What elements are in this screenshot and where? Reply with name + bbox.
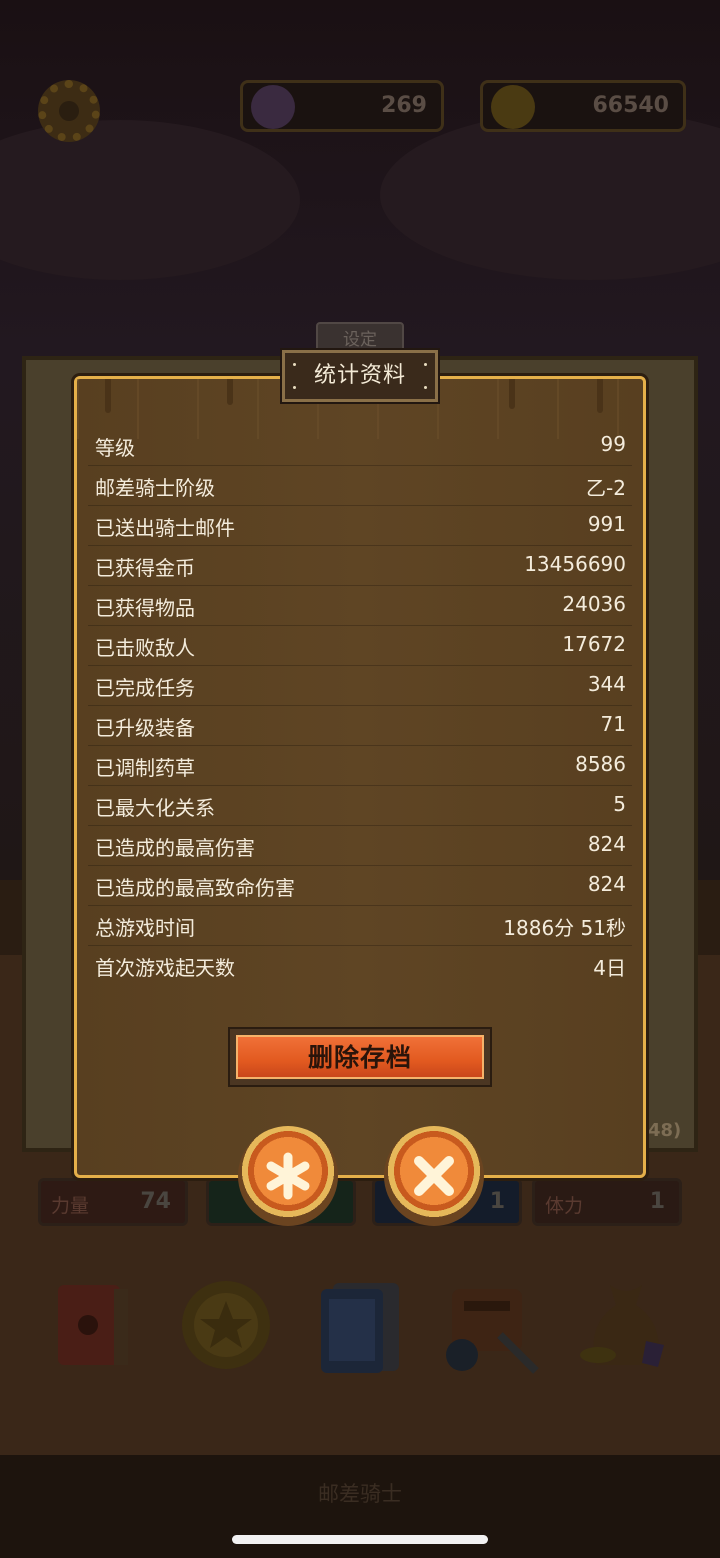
stat-row-total-play-time: 总游戏时间 1886分 51秒: [84, 906, 636, 946]
stat-row-max-critical-damage: 已造成的最高致命伤害 824: [84, 866, 636, 906]
stat-row-herbs-brewed: 已调制药草 8586: [84, 746, 636, 786]
stat-row-items-obtained: 已获得物品 24036: [84, 586, 636, 626]
asterisk-icon: [266, 1152, 310, 1200]
card-deck-icon[interactable]: [315, 1275, 405, 1375]
stat-row-equipment-upgraded: 已升级装备 71: [84, 706, 636, 746]
stat-row-enemies-defeated: 已击败敌人 17672: [84, 626, 636, 666]
attribute-value: 1: [489, 1189, 505, 1214]
stat-label: 已获得金币: [95, 556, 195, 580]
stat-row-mails-sent: 已送出骑士邮件 991: [84, 506, 636, 546]
drip-decoration: [105, 379, 111, 413]
stat-value: 8586: [575, 752, 626, 776]
settings-star-button[interactable]: [238, 1126, 338, 1226]
modal-title-plate: 统计资料: [282, 350, 438, 402]
stat-label: 已获得物品: [95, 596, 195, 620]
stat-value: 13456690: [524, 552, 626, 576]
attribute-strength: 力量 74: [38, 1178, 188, 1226]
stat-label: 邮差骑士阶级: [95, 476, 215, 500]
coin-icon: [491, 85, 535, 129]
stat-row-max-damage: 已造成的最高伤害 824: [84, 826, 636, 866]
delete-save-label: 删除存档: [307, 1043, 412, 1072]
treasure-bag-icon[interactable]: [576, 1275, 666, 1375]
stat-row-level: 等级 99: [84, 426, 636, 466]
drip-decoration: [509, 379, 515, 409]
stat-value: 99: [600, 432, 626, 456]
stat-label: 已造成的最高伤害: [95, 836, 255, 860]
stat-value: 5: [613, 792, 626, 816]
stat-label: 已造成的最高致命伤害: [95, 876, 295, 900]
stat-value: 71: [600, 712, 626, 736]
gem-icon: [251, 85, 295, 129]
background-partial-value: 48): [648, 1120, 682, 1141]
stat-value: 824: [587, 872, 626, 896]
modal-title: 统计资料: [313, 363, 406, 388]
stat-row-relationships-maxed: 已最大化关系 5: [84, 786, 636, 826]
stat-label: 已最大化关系: [95, 796, 215, 820]
gem-count: 269: [381, 93, 427, 118]
stat-value: 991: [587, 512, 626, 536]
stat-label: 已送出骑士邮件: [95, 516, 235, 540]
home-indicator[interactable]: [232, 1535, 488, 1544]
drip-decoration: [227, 379, 233, 405]
stat-value: 344: [587, 672, 626, 696]
stat-value: 乙-2: [586, 476, 626, 500]
coin-counter: 66540: [480, 80, 686, 132]
stat-label: 等级: [95, 436, 135, 460]
stat-row-days-since-first-play: 首次游戏起天数 4日: [84, 946, 636, 986]
attribute-label: 力量: [51, 1195, 90, 1217]
stats-list: 等级 99 邮差骑士阶级 乙-2 已送出骑士邮件 991 已获得金币 13456690 …: [84, 426, 636, 986]
close-button[interactable]: [384, 1126, 484, 1226]
stat-row-rank: 邮差骑士阶级 乙-2: [84, 466, 636, 506]
stat-label: 已完成任务: [95, 676, 195, 700]
stat-label: 首次游戏起天数: [95, 956, 235, 980]
attribute-value: 1: [649, 1189, 665, 1214]
stat-row-quests-completed: 已完成任务 344: [84, 666, 636, 706]
stat-row-coins-earned: 已获得金币 13456690: [84, 546, 636, 586]
coin-count: 66540: [592, 93, 669, 118]
attribute-value: 74: [140, 1189, 171, 1214]
stat-value: 1886分 51秒: [503, 916, 626, 940]
backpack-icon[interactable]: [440, 1275, 539, 1375]
stat-label: 已击败敌人: [95, 636, 195, 660]
book-icon[interactable]: [48, 1275, 138, 1375]
attribute-stamina: 体力 1: [532, 1178, 682, 1226]
bottom-title-label: 邮差骑士: [318, 1482, 402, 1506]
stat-value: 17672: [562, 632, 626, 656]
settings-gear-icon[interactable]: [38, 80, 100, 142]
close-icon: [414, 1156, 454, 1196]
gem-counter: 269: [240, 80, 444, 132]
star-coin-icon[interactable]: [178, 1275, 270, 1375]
stat-value: 4日: [593, 956, 626, 980]
stat-value: 824: [587, 832, 626, 856]
attribute-label: 体力: [545, 1195, 584, 1217]
stat-label: 已调制药草: [95, 756, 195, 780]
stat-label: 总游戏时间: [95, 916, 195, 940]
delete-save-button[interactable]: 删除存档: [228, 1027, 492, 1087]
drip-decoration: [597, 379, 603, 413]
stat-label: 已升级装备: [95, 716, 195, 740]
stat-value: 24036: [562, 592, 626, 616]
